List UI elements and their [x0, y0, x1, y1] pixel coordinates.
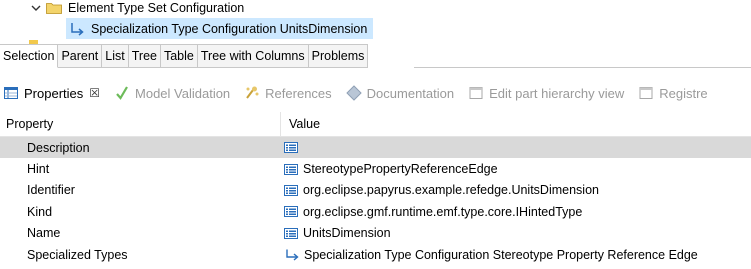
property-name: Hint: [27, 162, 50, 177]
property-value[interactable]: StereotypePropertyReferenceEdge: [281, 162, 751, 176]
window-icon: [639, 87, 653, 99]
property-value[interactable]: org.eclipse.gmf.runtime.emf.type.core.IH…: [281, 205, 751, 219]
view-tab-edit-part-hierarchy-label: Edit part hierarchy view: [489, 85, 625, 101]
tree-root-label: Element Type Set Configuration: [68, 1, 245, 15]
property-value[interactable]: Specialization Type Configuration Stereo…: [281, 248, 751, 262]
references-icon: [246, 86, 259, 99]
table-header: Property Value: [0, 112, 751, 137]
table-row[interactable]: Name UnitsDimension: [0, 223, 751, 244]
tree-child-label: Specialization Type Configuration UnitsD…: [91, 21, 368, 36]
view-tab-properties[interactable]: Properties ☒: [3, 85, 100, 101]
tab-tree[interactable]: Tree: [128, 45, 161, 68]
table-row[interactable]: Hint StereotypePropertyReferenceEdge: [0, 158, 751, 179]
property-value-text: Specialization Type Configuration Stereo…: [304, 247, 698, 262]
table-row[interactable]: Kind org.eclipse.gmf.runtime.emf.type.co…: [0, 201, 751, 222]
text-list-icon: [284, 184, 298, 196]
view-tab-references-label: References: [265, 85, 332, 101]
tab-selection[interactable]: Selection: [0, 45, 59, 68]
tab-tree-with-columns[interactable]: Tree with Columns: [197, 45, 309, 68]
view-tab-bar: Properties ☒ Model Validation References…: [0, 78, 751, 108]
property-value[interactable]: [281, 142, 751, 154]
tab-table[interactable]: Table: [160, 45, 198, 68]
property-name: Specialized Types: [27, 247, 128, 262]
view-tab-registry-label: Registre: [659, 85, 708, 101]
column-header-value[interactable]: Value: [281, 112, 751, 137]
property-name: Identifier: [27, 183, 75, 198]
text-list-icon: [284, 227, 298, 239]
view-tab-model-validation-label: Model Validation: [135, 85, 231, 101]
folder-icon: [46, 3, 62, 14]
view-tab-model-validation[interactable]: Model Validation: [114, 85, 230, 101]
text-list-icon: [284, 206, 298, 218]
tab-bar-divider: [414, 67, 751, 68]
property-value-text: org.eclipse.gmf.runtime.emf.type.core.IH…: [303, 204, 583, 219]
text-list-icon: [284, 142, 298, 154]
table-row[interactable]: Specialized Types Specialization Type Co…: [0, 244, 751, 265]
window-icon: [469, 87, 483, 99]
view-tab-documentation[interactable]: Documentation: [345, 85, 455, 101]
checkmark-icon: [116, 86, 128, 100]
property-value-text: StereotypePropertyReferenceEdge: [303, 162, 498, 177]
specialization-arrow-icon: [71, 22, 84, 36]
property-name: Kind: [27, 204, 53, 219]
view-tab-properties-label: Properties: [24, 85, 84, 101]
properties-icon: [4, 87, 18, 99]
property-value[interactable]: UnitsDimension: [281, 226, 751, 240]
tab-problems[interactable]: Problems: [308, 45, 369, 68]
viewer-tab-bar: Selection Parent List Tree Table Tree wi…: [0, 44, 369, 68]
tab-parent[interactable]: Parent: [58, 45, 103, 68]
view-tab-edit-part-hierarchy[interactable]: Edit part hierarchy view: [468, 85, 624, 101]
column-header-property[interactable]: Property: [0, 112, 281, 137]
view-tab-references[interactable]: References: [244, 85, 332, 101]
property-value-text: UnitsDimension: [303, 226, 391, 241]
close-icon[interactable]: ☒: [89, 86, 100, 100]
text-list-icon: [284, 163, 298, 175]
view-tab-registry[interactable]: Registre: [638, 85, 708, 101]
tree-item-specialization-type[interactable]: Specialization Type Configuration UnitsD…: [66, 18, 374, 39]
tab-list[interactable]: List: [102, 45, 129, 68]
documentation-icon: [345, 85, 362, 101]
tree-item-element-type-set[interactable]: Element Type Set Configuration: [30, 0, 244, 18]
property-value[interactable]: org.eclipse.papyrus.example.refedge.Unit…: [281, 183, 751, 197]
chevron-down-icon[interactable]: [30, 2, 42, 14]
model-tree: Element Type Set Configuration Specializ…: [0, 0, 751, 44]
table-row[interactable]: Identifier org.eclipse.papyrus.example.r…: [0, 180, 751, 201]
properties-table: Property Value Description Hint Stereoty…: [0, 112, 751, 269]
view-tab-documentation-label: Documentation: [366, 85, 455, 101]
specialization-arrow-icon: [286, 249, 299, 261]
property-name: Description: [27, 140, 90, 155]
table-row[interactable]: Description: [0, 137, 751, 159]
property-name: Name: [27, 226, 61, 241]
property-value-text: org.eclipse.papyrus.example.refedge.Unit…: [303, 183, 599, 198]
